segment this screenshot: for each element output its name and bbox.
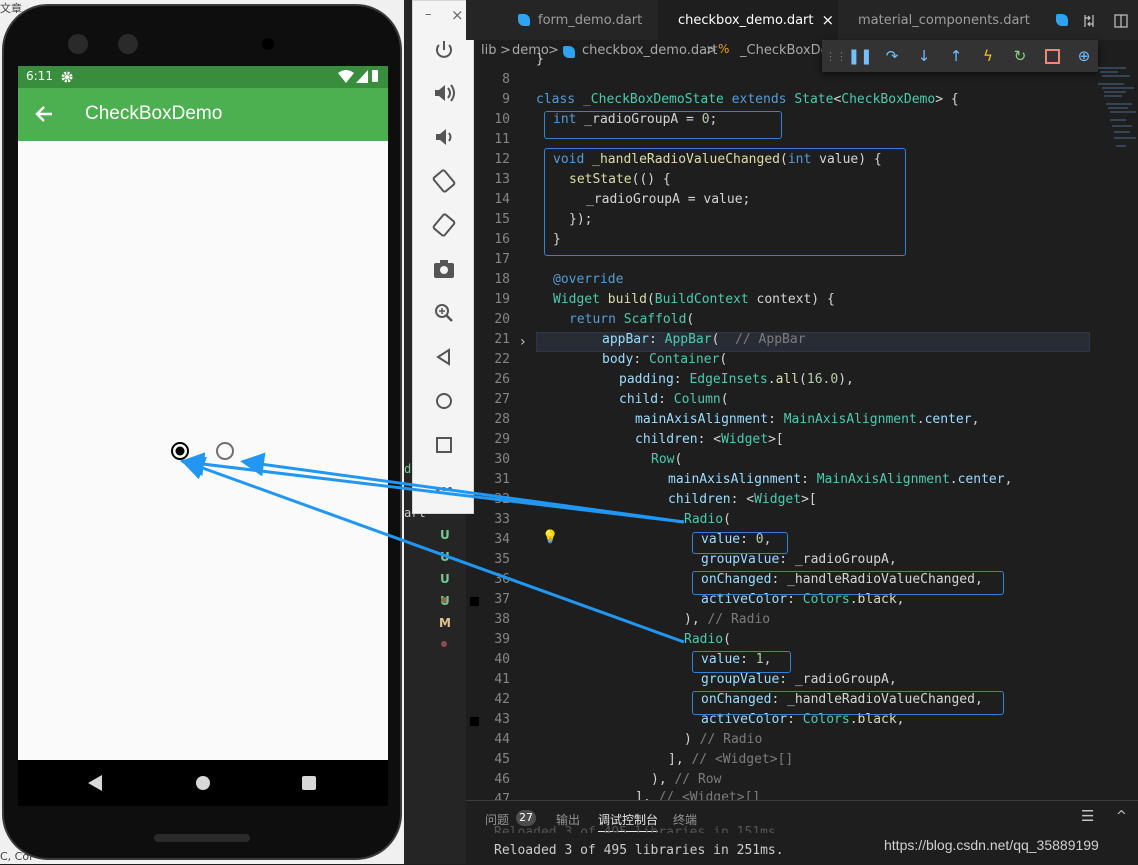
console-output-line: Reloaded 3 of 495 libraries in 251ms. bbox=[494, 843, 784, 858]
clear-console-icon[interactable]: ☰ bbox=[1081, 807, 1094, 825]
annotation-arrows bbox=[180, 452, 685, 644]
collapse-panel-icon[interactable]: ^ bbox=[1116, 809, 1127, 824]
arrow-radio0-to-phone bbox=[240, 452, 685, 524]
watermark: https://blog.csdn.net/qq_35889199 bbox=[884, 837, 1099, 853]
bottom-panel: 问题 27 输出 调试控制台 终端 ☰ ^ Reloaded 3 of 495 … bbox=[466, 800, 1138, 865]
problems-count-badge: 27 bbox=[516, 810, 536, 826]
console-previous-line: Reloaded 3 of 495 libraries in 151ms. bbox=[494, 825, 784, 833]
